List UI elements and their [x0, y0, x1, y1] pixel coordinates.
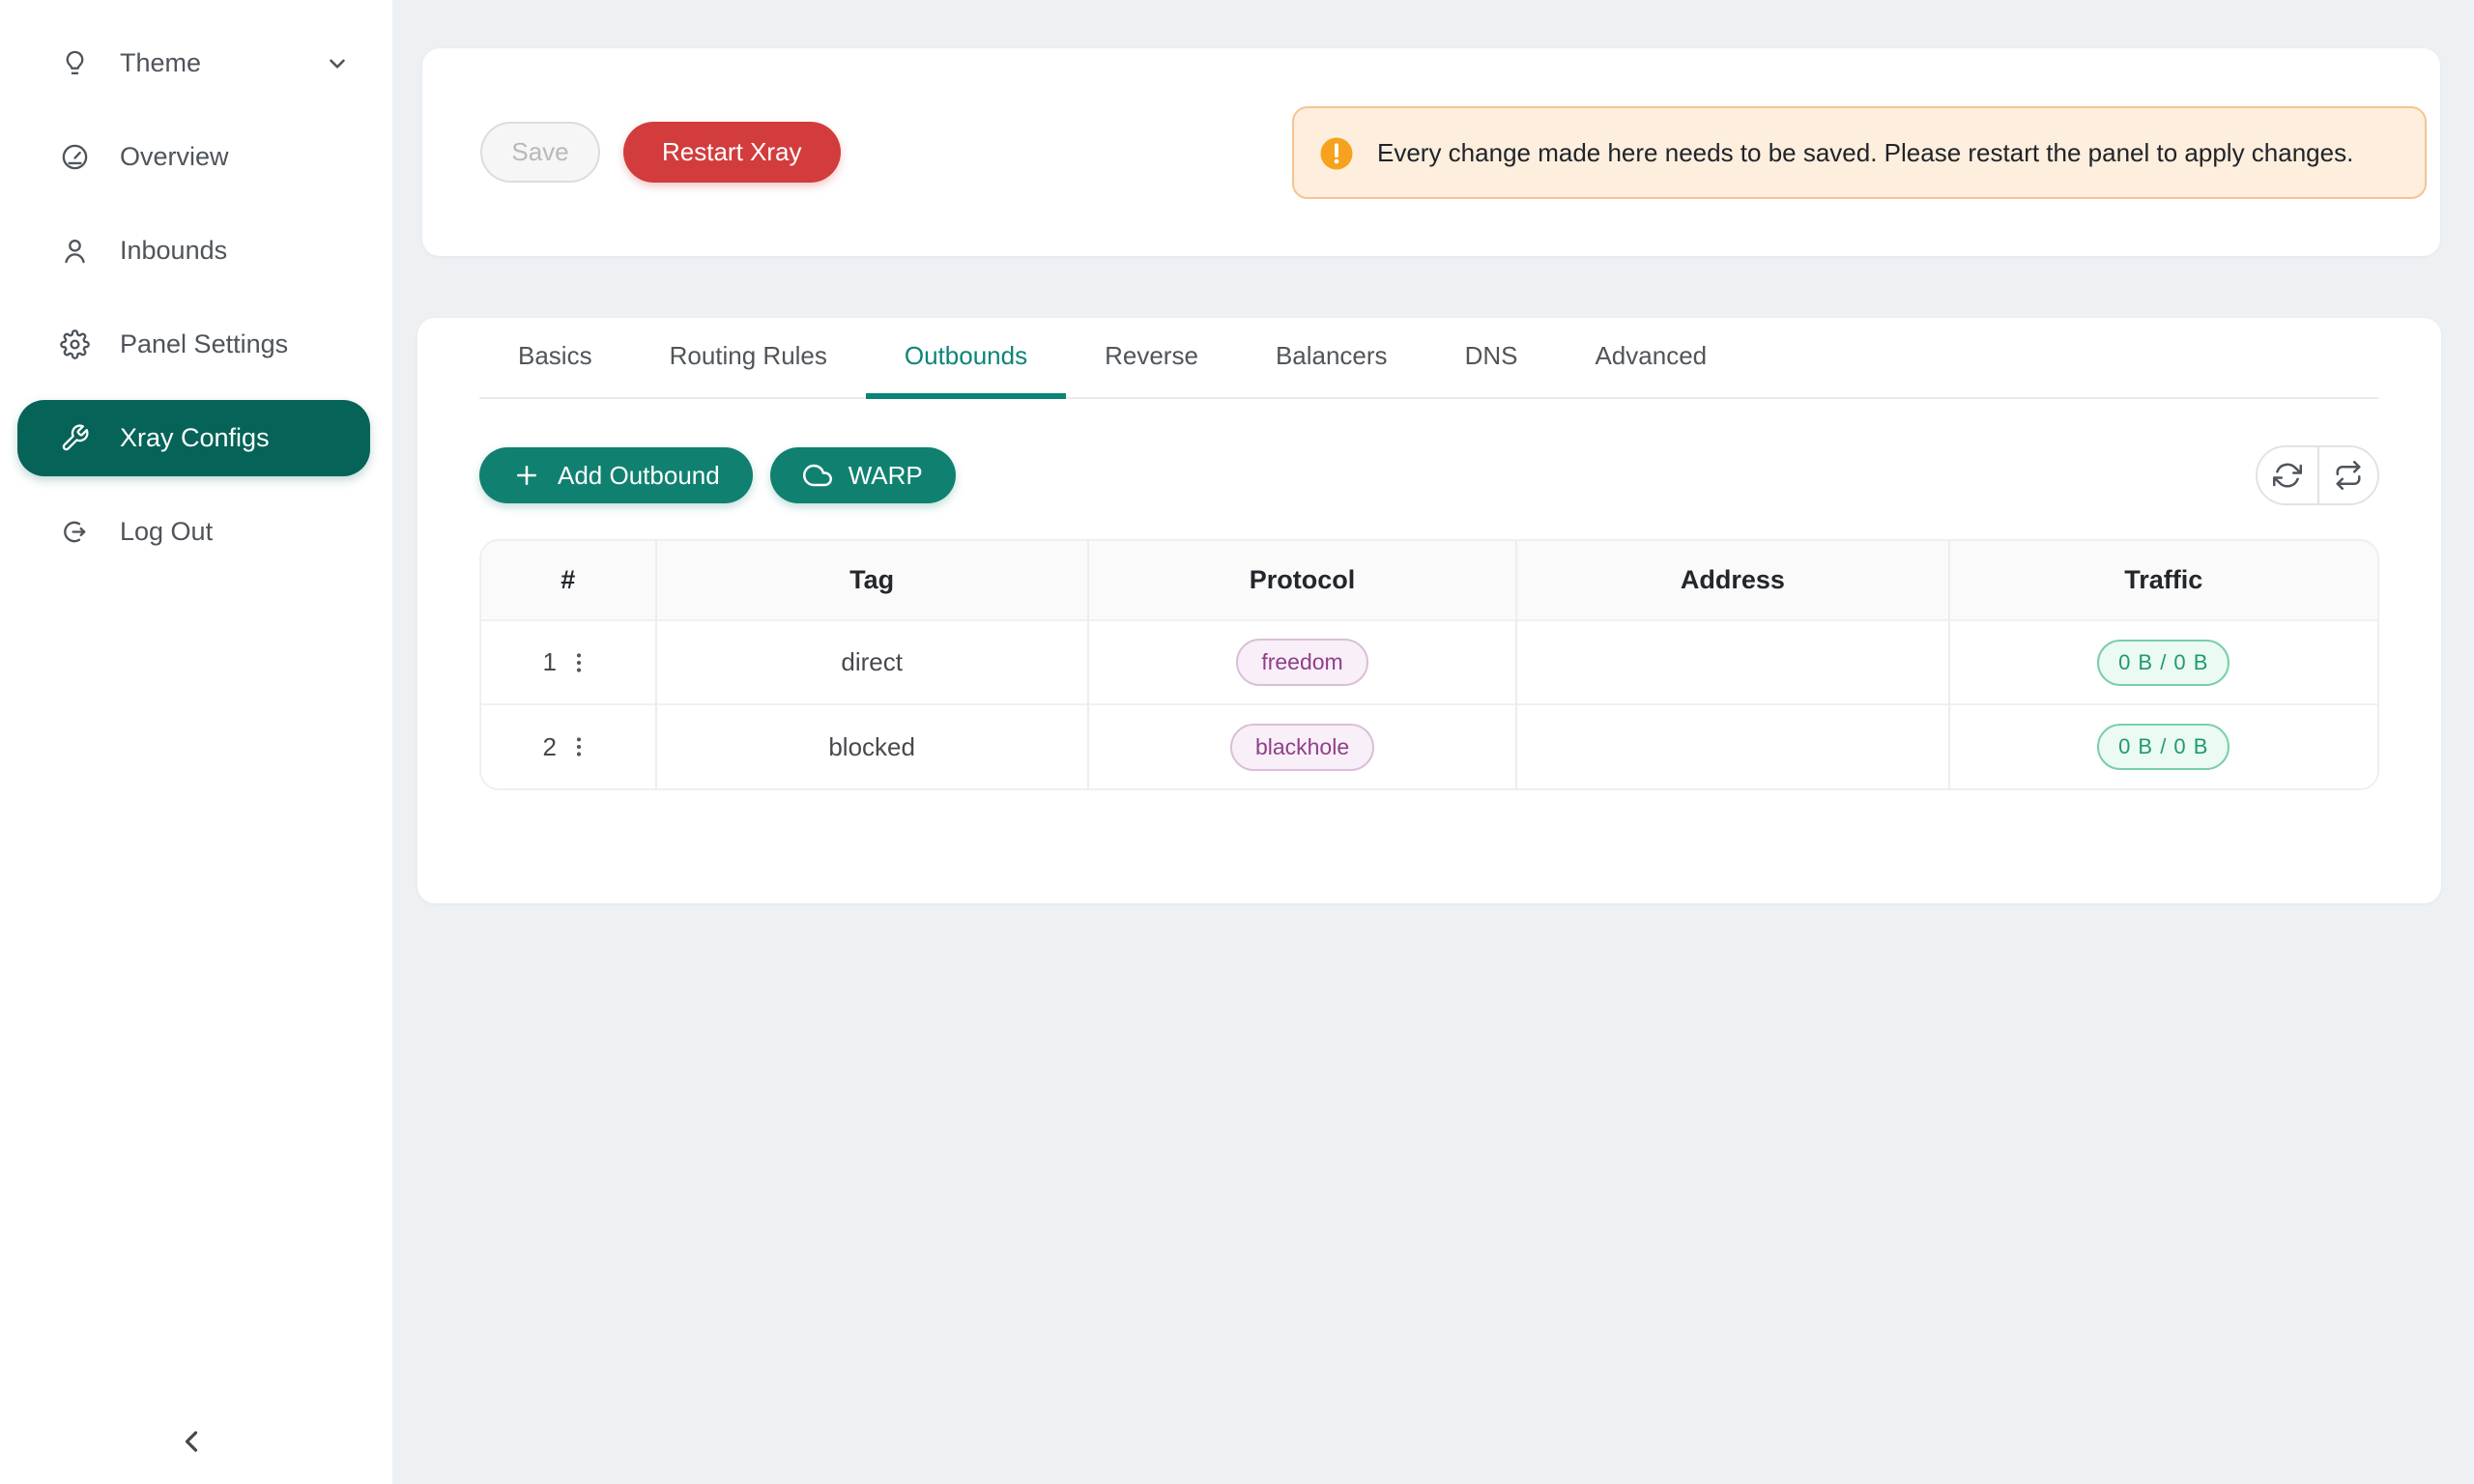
tab-balancers[interactable]: Balancers	[1237, 318, 1426, 399]
refresh-icon	[2273, 461, 2302, 490]
row-index: 2	[543, 732, 557, 762]
xray-config-tabs: Basics Routing Rules Outbounds Reverse B…	[479, 318, 2379, 399]
toolbar-card: Save Restart Xray Every change made here…	[422, 48, 2440, 256]
tab-basics[interactable]: Basics	[479, 318, 631, 399]
sidebar-item-label: Xray Configs	[120, 423, 270, 453]
lightbulb-icon	[60, 48, 90, 78]
tag-cell: direct	[656, 620, 1088, 704]
gear-icon	[60, 329, 90, 359]
traffic-badge: 0 B / 0 B	[2097, 640, 2229, 686]
warning-icon	[1319, 132, 1354, 173]
sidebar-item-label: Overview	[120, 142, 229, 172]
save-button[interactable]: Save	[480, 122, 600, 183]
restart-warning-alert: Every change made here needs to be saved…	[1292, 106, 2427, 199]
sidebar-item-inbounds[interactable]: Inbounds	[0, 204, 392, 298]
tab-reverse[interactable]: Reverse	[1066, 318, 1237, 399]
row-index: 1	[543, 647, 557, 677]
sidebar-item-theme[interactable]: Theme	[0, 16, 392, 110]
chevron-down-icon	[325, 51, 350, 76]
wrench-icon	[60, 423, 90, 453]
cloud-icon	[803, 461, 832, 490]
protocol-badge: blackhole	[1230, 724, 1374, 771]
column-header-tag: Tag	[656, 541, 1088, 620]
warp-button[interactable]: WARP	[770, 447, 956, 503]
tab-dns[interactable]: DNS	[1426, 318, 1557, 399]
plus-icon	[512, 461, 541, 490]
sidebar-item-label: Panel Settings	[120, 329, 288, 359]
add-outbound-button[interactable]: Add Outbound	[479, 447, 753, 503]
sidebar: Theme Overview	[0, 0, 392, 1484]
user-icon	[60, 236, 90, 266]
sidebar-item-overview[interactable]: Overview	[0, 110, 392, 204]
table-row: 2 blocked	[481, 704, 2377, 788]
column-header-traffic: Traffic	[1949, 541, 2377, 620]
address-cell	[1516, 620, 1948, 704]
table-row: 1 direct	[481, 620, 2377, 704]
row-menu-button[interactable]	[564, 648, 593, 677]
refresh-button[interactable]	[2258, 447, 2317, 503]
sidebar-collapse-button[interactable]	[174, 1420, 216, 1463]
main-content: Save Restart Xray Every change made here…	[392, 0, 2474, 1484]
table-tools-group	[2256, 445, 2379, 505]
restart-xray-button[interactable]: Restart Xray	[623, 122, 841, 183]
kebab-icon	[566, 650, 591, 675]
column-header-protocol: Protocol	[1088, 541, 1516, 620]
column-header-address: Address	[1516, 541, 1948, 620]
table-header-row: # Tag Protocol Address Traffic	[481, 541, 2377, 620]
protocol-badge: freedom	[1236, 639, 1367, 686]
sidebar-item-xray-configs[interactable]: Xray Configs	[0, 391, 392, 485]
kebab-icon	[566, 734, 591, 759]
traffic-badge: 0 B / 0 B	[2097, 724, 2229, 770]
alert-message: Every change made here needs to be saved…	[1377, 132, 2353, 173]
sidebar-item-label: Log Out	[120, 517, 213, 547]
xray-configs-card: Basics Routing Rules Outbounds Reverse B…	[417, 318, 2441, 903]
chevron-left-icon	[174, 1424, 216, 1459]
logout-icon	[60, 517, 90, 547]
outbounds-actions-row: Add Outbound WARP	[479, 445, 2379, 505]
row-menu-button[interactable]	[564, 732, 593, 761]
tab-outbounds[interactable]: Outbounds	[866, 318, 1066, 399]
sidebar-item-log-out[interactable]: Log Out	[0, 485, 392, 579]
repeat-icon	[2334, 461, 2363, 490]
column-header-index: #	[481, 541, 656, 620]
outbounds-table: # Tag Protocol Address Traffic 1	[479, 539, 2379, 790]
tag-cell: blocked	[656, 704, 1088, 788]
address-cell	[1516, 704, 1948, 788]
sidebar-item-label: Inbounds	[120, 236, 227, 266]
sidebar-item-label: Theme	[120, 48, 201, 78]
tab-routing-rules[interactable]: Routing Rules	[631, 318, 866, 399]
dashboard-icon	[60, 142, 90, 172]
sidebar-item-panel-settings[interactable]: Panel Settings	[0, 298, 392, 391]
tab-advanced[interactable]: Advanced	[1556, 318, 1745, 399]
reorder-button[interactable]	[2317, 447, 2377, 503]
